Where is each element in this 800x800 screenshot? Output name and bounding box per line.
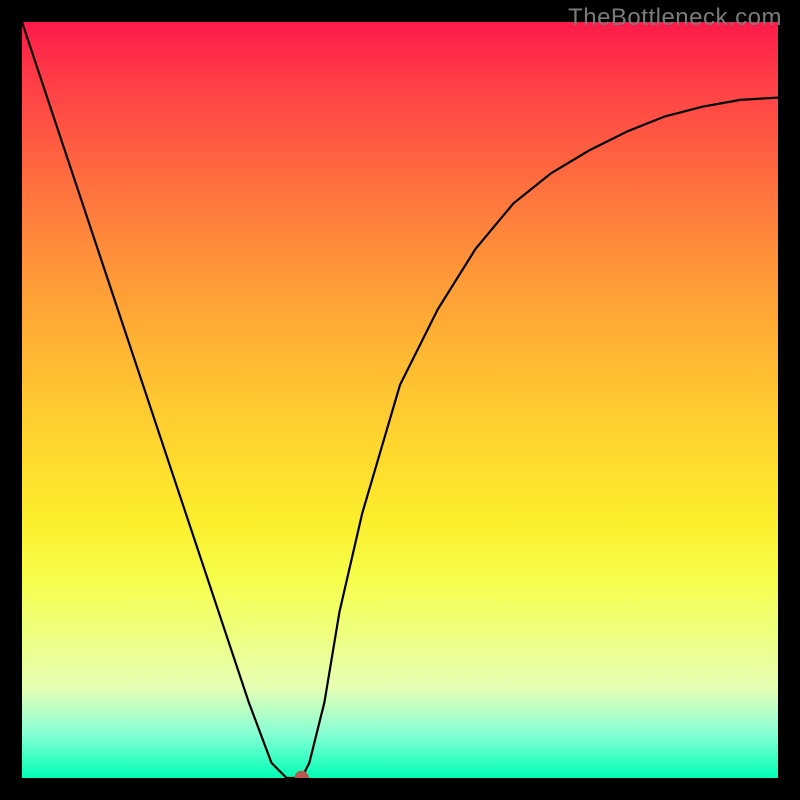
- curve-right-branch: [302, 98, 778, 778]
- watermark-text: TheBottleneck.com: [568, 4, 782, 32]
- bottleneck-curve: [22, 22, 778, 778]
- chart-frame: TheBottleneck.com: [0, 0, 800, 800]
- optimum-marker: [295, 771, 309, 778]
- plot-area: [22, 22, 778, 778]
- curve-left-branch: [22, 22, 287, 778]
